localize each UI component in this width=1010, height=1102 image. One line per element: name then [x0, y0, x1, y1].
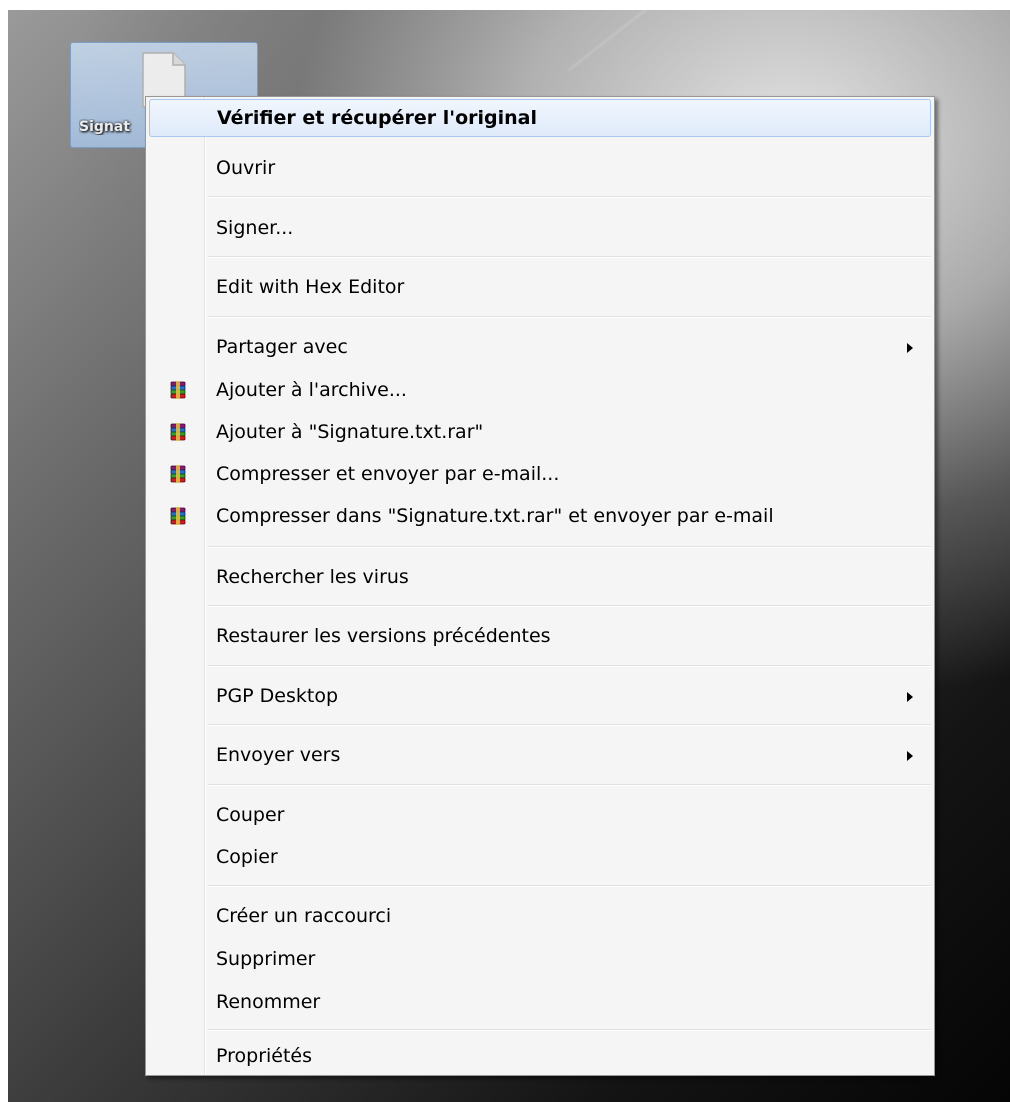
menu-item-label: Propriétés	[216, 1045, 313, 1067]
desktop-background: Signat Vérifier et récupérer l'original …	[8, 10, 1010, 1102]
menu-item-restore-previous-versions[interactable]: Restaurer les versions précédentes	[149, 617, 931, 655]
menu-item-label: Couper	[216, 804, 285, 826]
menu-item-rename[interactable]: Renommer	[149, 983, 931, 1021]
context-menu: Vérifier et récupérer l'original Ouvrir …	[145, 96, 935, 1076]
menu-item-label: Supprimer	[216, 948, 316, 970]
menu-item-label: Vérifier et récupérer l'original	[217, 107, 537, 129]
menu-item-add-to-named-rar[interactable]: Ajouter à "Signature.txt.rar"	[149, 413, 931, 451]
menu-item-copy[interactable]: Copier	[149, 838, 931, 876]
menu-item-label: PGP Desktop	[216, 685, 339, 707]
menu-item-pgp-desktop[interactable]: PGP Desktop	[149, 677, 931, 715]
menu-item-open[interactable]: Ouvrir	[149, 149, 931, 187]
menu-item-edit-hex-editor[interactable]: Edit with Hex Editor	[149, 268, 931, 306]
winrar-icon	[170, 423, 186, 441]
menu-item-send-to[interactable]: Envoyer vers	[149, 736, 931, 774]
menu-item-delete[interactable]: Supprimer	[149, 940, 931, 978]
menu-item-label: Ajouter à l'archive...	[216, 379, 407, 401]
menu-item-add-to-archive[interactable]: Ajouter à l'archive...	[149, 371, 931, 409]
menu-item-create-shortcut[interactable]: Créer un raccourci	[149, 897, 931, 935]
submenu-arrow-icon	[907, 343, 913, 353]
menu-separator	[208, 724, 931, 726]
menu-separator	[208, 885, 931, 887]
winrar-icon	[170, 465, 186, 483]
menu-item-verify-restore-original[interactable]: Vérifier et récupérer l'original	[149, 99, 931, 137]
menu-item-label: Copier	[216, 846, 278, 868]
winrar-icon	[170, 507, 186, 525]
menu-item-share-with[interactable]: Partager avec	[149, 328, 931, 366]
winrar-icon	[170, 381, 186, 399]
submenu-arrow-icon	[907, 751, 913, 761]
menu-item-compress-and-email[interactable]: Compresser et envoyer par e-mail...	[149, 455, 931, 493]
wallpaper-light-streak	[568, 10, 1010, 71]
menu-item-label: Ajouter à "Signature.txt.rar"	[216, 421, 484, 443]
menu-item-label: Compresser et envoyer par e-mail...	[216, 463, 560, 485]
menu-item-scan-viruses[interactable]: Rechercher les virus	[149, 558, 931, 596]
menu-item-label: Envoyer vers	[216, 744, 341, 766]
menu-separator	[208, 605, 931, 607]
menu-item-label: Signer...	[216, 217, 294, 239]
menu-item-sign[interactable]: Signer...	[149, 209, 931, 247]
menu-item-label: Compresser dans "Signature.txt.rar" et e…	[216, 505, 774, 527]
menu-separator	[208, 256, 931, 258]
menu-separator	[208, 784, 931, 786]
menu-item-label: Créer un raccourci	[216, 905, 392, 927]
menu-item-label: Partager avec	[216, 336, 348, 358]
menu-separator	[208, 196, 931, 198]
menu-item-label: Renommer	[216, 991, 321, 1013]
menu-separator	[208, 665, 931, 667]
menu-item-properties[interactable]: Propriétés	[149, 1037, 931, 1075]
menu-item-label: Ouvrir	[216, 157, 276, 179]
desktop-file-label: Signat	[79, 119, 131, 135]
menu-item-compress-named-rar-and-email[interactable]: Compresser dans "Signature.txt.rar" et e…	[149, 497, 931, 535]
menu-item-label: Restaurer les versions précédentes	[216, 625, 551, 647]
menu-separator	[208, 546, 931, 548]
menu-item-label: Edit with Hex Editor	[216, 276, 405, 298]
submenu-arrow-icon	[907, 692, 913, 702]
menu-separator	[208, 316, 931, 318]
menu-separator	[208, 1029, 931, 1031]
menu-item-cut[interactable]: Couper	[149, 796, 931, 834]
menu-item-label: Rechercher les virus	[216, 566, 409, 588]
